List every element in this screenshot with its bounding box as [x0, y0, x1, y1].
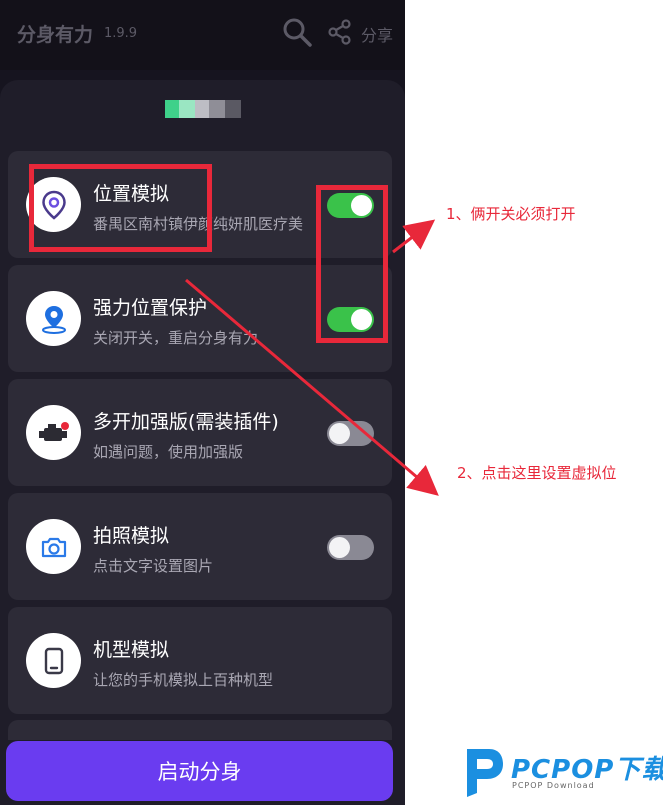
- annotation-note-2: 2、点击这里设置虚拟位: [457, 464, 617, 482]
- arrow-to-toggles: [392, 219, 436, 254]
- pcpop-watermark: PCPOP下载 PCPOP Download: [459, 743, 663, 801]
- annotation-arrows: [185, 219, 439, 496]
- screenshot-stage: 分身有力 1.9.9 分享 位置模拟 番禺区南村镇伊颜纯妍肌医疗美 强力位置保护…: [0, 0, 663, 805]
- arrow-to-location: [185, 278, 439, 496]
- watermark-sub: PCPOP Download: [512, 781, 595, 790]
- annotation-note-1: 1、俩开关必须打开: [446, 205, 576, 223]
- pcpop-logo-icon: [467, 749, 503, 797]
